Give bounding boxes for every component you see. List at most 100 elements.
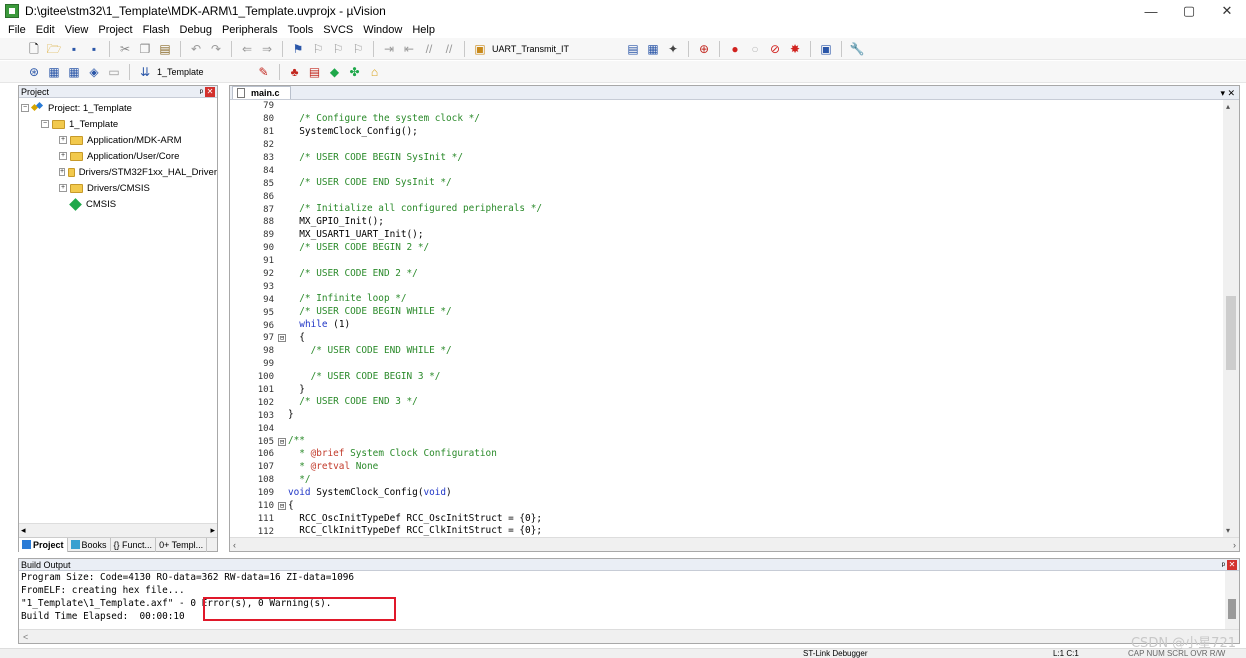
menu-item-help[interactable]: Help bbox=[408, 24, 441, 36]
maximize-button[interactable]: ▢ bbox=[1170, 0, 1208, 22]
code-line[interactable]: * @brief System Clock Configuration bbox=[288, 448, 1224, 461]
open-folder-icon[interactable]: 🗁 bbox=[46, 41, 62, 57]
menu-item-window[interactable]: Window bbox=[359, 24, 408, 36]
options-for-target-icon[interactable]: ✎ bbox=[256, 64, 272, 80]
target-combo[interactable]: 1_Template bbox=[157, 67, 204, 77]
kill-breakpoints-icon[interactable]: ✸ bbox=[787, 41, 803, 57]
code-line[interactable]: /* Infinite loop */ bbox=[288, 293, 1224, 306]
code-line[interactable]: } bbox=[288, 384, 1224, 397]
collapse-icon[interactable]: − bbox=[41, 120, 49, 128]
tree-group[interactable]: + Drivers/CMSIS bbox=[21, 180, 217, 196]
code-line[interactable] bbox=[288, 280, 1224, 293]
navigate-back-icon[interactable]: ⇐ bbox=[239, 41, 255, 57]
save-all-icon[interactable]: ▪ bbox=[86, 41, 102, 57]
code-line[interactable] bbox=[288, 358, 1224, 371]
insert-breakpoint-icon[interactable]: ● bbox=[727, 41, 743, 57]
multi-project-icon[interactable]: ⌂ bbox=[367, 64, 383, 80]
menu-item-peripherals[interactable]: Peripherals bbox=[218, 24, 284, 36]
tab-templates[interactable]: 0+ Templ... bbox=[156, 537, 208, 552]
tree-group[interactable]: + Application/User/Core bbox=[21, 148, 217, 164]
stop-build-icon[interactable]: ▭ bbox=[106, 64, 122, 80]
tree-target[interactable]: − 1_Template bbox=[21, 116, 217, 132]
function-combo[interactable]: UART_Transmit_IT bbox=[492, 44, 569, 54]
code-line[interactable]: RCC_OscInitTypeDef RCC_OscInitStruct = {… bbox=[288, 513, 1224, 526]
code-area[interactable]: /* Configure the system clock */ SystemC… bbox=[288, 100, 1224, 537]
code-line[interactable]: /* USER CODE BEGIN 2 */ bbox=[288, 242, 1224, 255]
pack-installer-icon[interactable]: ✤ bbox=[347, 64, 363, 80]
code-line[interactable]: { bbox=[288, 500, 1224, 513]
code-line[interactable] bbox=[288, 164, 1224, 177]
rebuild-icon[interactable]: ▦ bbox=[66, 64, 82, 80]
next-bookmark-icon[interactable]: ⚐ bbox=[330, 41, 346, 57]
scroll-thumb[interactable] bbox=[1226, 296, 1236, 370]
pin-icon[interactable]: ᵖ bbox=[200, 87, 203, 97]
fold-toggle-icon[interactable]: ⊟ bbox=[278, 437, 286, 446]
code-line[interactable]: /** bbox=[288, 435, 1224, 448]
code-line[interactable]: while (1) bbox=[288, 319, 1224, 332]
comment-icon[interactable]: // bbox=[421, 41, 437, 57]
batch-build-icon[interactable]: ◈ bbox=[86, 64, 102, 80]
scroll-left-icon[interactable]: < bbox=[23, 632, 28, 642]
manage-rte-icon[interactable]: ◆ bbox=[327, 64, 343, 80]
code-line[interactable]: /* USER CODE END SysInit */ bbox=[288, 177, 1224, 190]
code-line[interactable]: /* USER CODE BEGIN WHILE */ bbox=[288, 306, 1224, 319]
code-line[interactable] bbox=[288, 190, 1224, 203]
menu-item-view[interactable]: View bbox=[61, 24, 95, 36]
navigate-forward-icon[interactable]: ⇒ bbox=[259, 41, 275, 57]
code-line[interactable]: /* USER CODE END WHILE */ bbox=[288, 345, 1224, 358]
select-packs-icon[interactable]: ▤ bbox=[307, 64, 323, 80]
tab-list-icon[interactable]: ▾ ✕ bbox=[1220, 88, 1235, 99]
code-line[interactable]: MX_USART1_UART_Init(); bbox=[288, 229, 1224, 242]
code-line[interactable]: /* Initialize all configured peripherals… bbox=[288, 203, 1224, 216]
expand-icon[interactable]: + bbox=[59, 136, 67, 144]
copy-icon[interactable]: ❐ bbox=[137, 41, 153, 57]
window-layout-icon[interactable]: ▣ bbox=[818, 41, 834, 57]
code-line[interactable]: RCC_ClkInitTypeDef RCC_ClkInitStruct = {… bbox=[288, 525, 1224, 537]
translate-icon[interactable]: ⊛ bbox=[26, 64, 42, 80]
incremental-find-icon[interactable]: ▦ bbox=[645, 41, 661, 57]
manage-project-items-icon[interactable]: ♣ bbox=[287, 64, 303, 80]
scroll-left-icon[interactable]: ‹ bbox=[233, 540, 236, 550]
scroll-down-icon[interactable]: ▾ bbox=[1226, 526, 1230, 535]
find-in-files-icon[interactable]: ▣ bbox=[472, 41, 488, 57]
tree-cmsis[interactable]: CMSIS bbox=[21, 196, 217, 212]
code-line[interactable]: { bbox=[288, 332, 1224, 345]
menu-item-edit[interactable]: Edit bbox=[32, 24, 61, 36]
fold-toggle-icon[interactable]: ⊟ bbox=[278, 334, 286, 343]
download-icon[interactable]: ⇊ bbox=[137, 64, 153, 80]
undo-icon[interactable]: ↶ bbox=[188, 41, 204, 57]
prev-bookmark-icon[interactable]: ⚐ bbox=[310, 41, 326, 57]
menu-item-file[interactable]: File bbox=[4, 24, 32, 36]
configure-icon[interactable]: 🔧 bbox=[849, 41, 865, 57]
new-file-icon[interactable]: 🗋 bbox=[26, 41, 42, 57]
scroll-right-icon[interactable]: ▸ bbox=[210, 525, 215, 536]
menu-item-debug[interactable]: Debug bbox=[176, 24, 218, 36]
tree-group[interactable]: + Application/MDK-ARM bbox=[21, 132, 217, 148]
tree-group[interactable]: + Drivers/STM32F1xx_HAL_Driver bbox=[21, 164, 217, 180]
code-line[interactable]: /* USER CODE END 3 */ bbox=[288, 396, 1224, 409]
code-line[interactable]: MX_GPIO_Init(); bbox=[288, 216, 1224, 229]
save-icon[interactable]: ▪ bbox=[66, 41, 82, 57]
code-line[interactable]: /* USER CODE END 2 */ bbox=[288, 268, 1224, 281]
tab-main-c[interactable]: main.c bbox=[232, 86, 291, 99]
menu-item-tools[interactable]: Tools bbox=[284, 24, 320, 36]
close-button[interactable]: ✕ bbox=[1208, 0, 1246, 22]
scroll-thumb[interactable] bbox=[1228, 599, 1236, 619]
tab-books[interactable]: Books bbox=[68, 537, 111, 552]
pin-icon[interactable]: ᵖ bbox=[1222, 560, 1225, 570]
code-line[interactable] bbox=[288, 139, 1224, 152]
editor-vertical-scrollbar[interactable]: ▴ ▾ bbox=[1223, 100, 1239, 537]
code-line[interactable]: * @retval None bbox=[288, 461, 1224, 474]
debug-settings-icon[interactable]: ✦ bbox=[665, 41, 681, 57]
enable-breakpoint-icon[interactable]: ○ bbox=[747, 41, 763, 57]
menu-item-flash[interactable]: Flash bbox=[139, 24, 176, 36]
scroll-left-icon[interactable]: ◂ bbox=[21, 525, 26, 536]
code-line[interactable]: void SystemClock_Config(void) bbox=[288, 487, 1224, 500]
code-line[interactable] bbox=[288, 422, 1224, 435]
code-line[interactable]: */ bbox=[288, 474, 1224, 487]
unindent-icon[interactable]: ⇤ bbox=[401, 41, 417, 57]
bookmark-icon[interactable]: ⚑ bbox=[290, 41, 306, 57]
tab-project[interactable]: Project bbox=[19, 537, 68, 552]
tab-functions[interactable]: {} Funct... bbox=[111, 537, 157, 552]
editor-horizontal-scrollbar[interactable]: ‹ › bbox=[230, 537, 1239, 551]
